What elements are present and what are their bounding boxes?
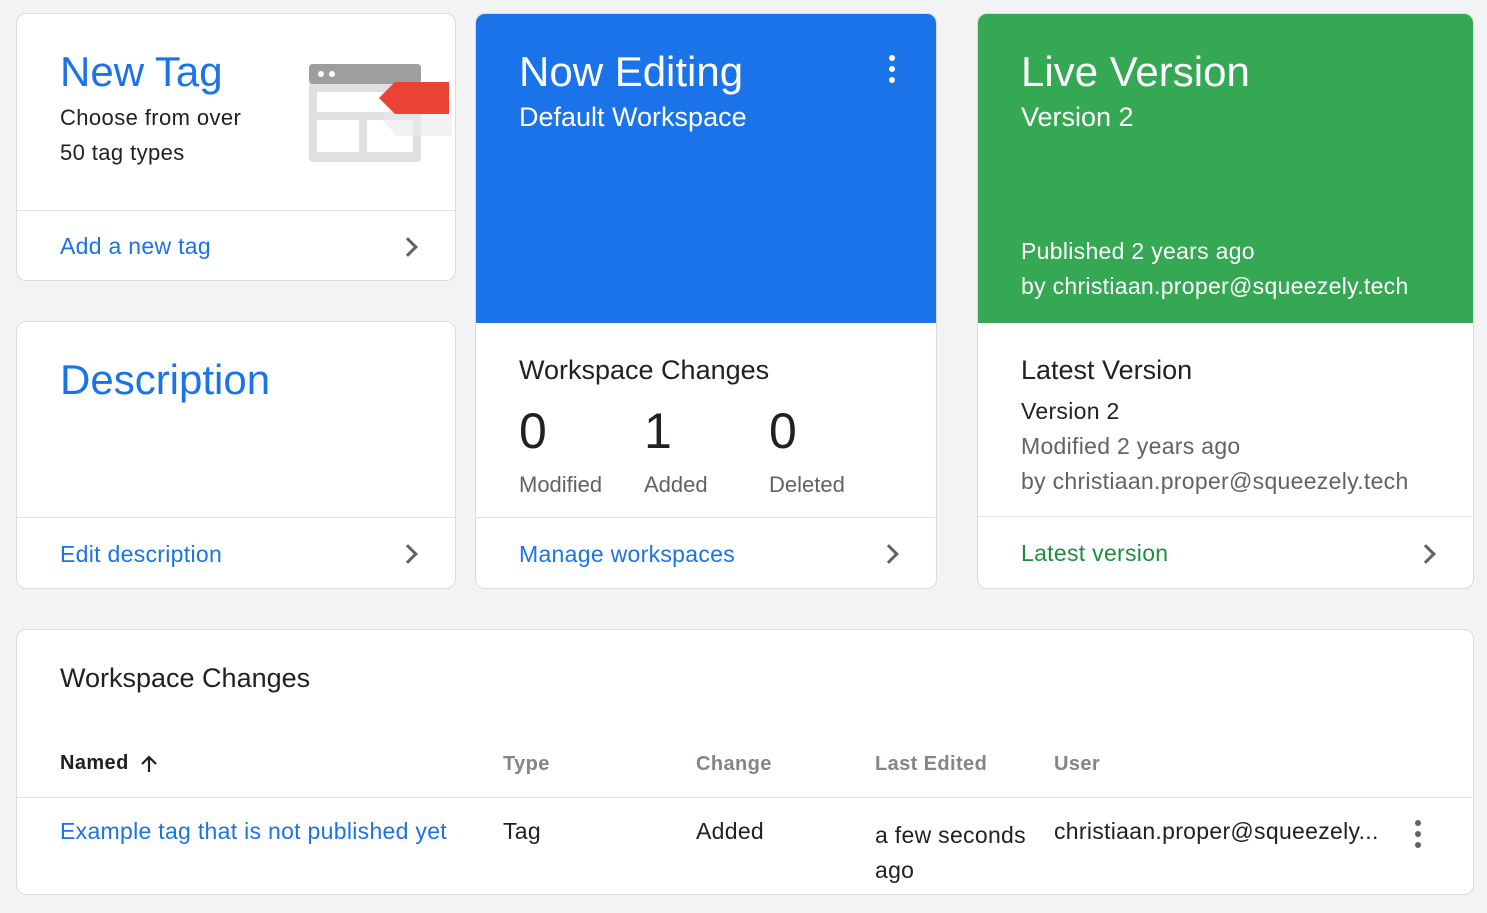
stat-deleted: 0 Deleted	[769, 406, 845, 498]
last-edited-line2: ago	[875, 857, 915, 883]
table-title: Workspace Changes	[60, 663, 311, 693]
new-tag-subtitle-line1: Choose from over	[60, 105, 242, 130]
tag-browser-icon	[309, 64, 452, 162]
chevron-right-icon	[1416, 543, 1436, 564]
latest-version-label: Latest version	[1021, 540, 1169, 566]
stat-modified-value: 0	[519, 403, 547, 459]
live-version-title: Live Version	[1021, 48, 1250, 95]
table-row: Example tag that is not published yet Ta…	[17, 798, 1473, 894]
stat-deleted-value: 0	[769, 403, 797, 459]
new-tag-card: New Tag Choose from over 50 tag types Ad…	[16, 13, 456, 281]
column-header-named[interactable]: Named	[60, 752, 159, 775]
chevron-right-icon	[398, 544, 418, 564]
workspace-name: Default Workspace	[519, 102, 747, 132]
change-item-name-link[interactable]: Example tag that is not published yet	[60, 818, 447, 845]
manage-workspaces-label: Manage workspaces	[519, 540, 736, 567]
now-editing-title: Now Editing	[519, 48, 744, 95]
column-named-label: Named	[60, 752, 129, 774]
column-header-type[interactable]: Type	[503, 753, 550, 776]
new-tag-subtitle-line2: 50 tag types	[60, 140, 185, 165]
change-item-last-edited: a few seconds ago	[875, 818, 1026, 888]
stat-added: 1 Added	[644, 406, 708, 498]
stat-deleted-label: Deleted	[769, 472, 845, 497]
live-version-card: Live Version Version 2 Published 2 years…	[977, 13, 1474, 589]
now-editing-header: Now Editing Default Workspace	[476, 14, 936, 323]
add-new-tag-link[interactable]: Add a new tag	[17, 210, 455, 280]
latest-modified-by: by christiaan.proper@squeezely.tech	[1021, 468, 1409, 494]
more-vert-icon[interactable]	[889, 55, 895, 83]
workspace-changes-table-card: Workspace Changes Named Type Change Last…	[16, 629, 1474, 895]
stat-added-label: Added	[644, 472, 708, 497]
description-title: Description	[60, 356, 271, 403]
change-item-type: Tag	[503, 818, 541, 844]
edit-description-label: Edit description	[60, 540, 223, 567]
latest-version-link[interactable]: Latest version	[978, 516, 1473, 588]
new-tag-title[interactable]: New Tag	[60, 48, 223, 96]
latest-version-title: Latest Version	[1021, 355, 1193, 385]
arrow-upward-icon	[140, 754, 157, 772]
change-item-user: christiaan.proper@squeezely...	[1054, 818, 1379, 844]
published-by: by christiaan.proper@squeezely.tech	[1021, 273, 1409, 299]
stat-modified: 0 Modified	[519, 406, 602, 498]
edit-description-link[interactable]: Edit description	[17, 517, 455, 588]
column-header-change[interactable]: Change	[696, 753, 772, 776]
chevron-right-icon	[398, 236, 418, 257]
add-new-tag-label: Add a new tag	[60, 233, 211, 259]
latest-modified-time: Modified 2 years ago	[1021, 433, 1241, 459]
now-editing-card: Now Editing Default Workspace Workspace …	[475, 13, 937, 589]
column-header-last-edited[interactable]: Last Edited	[875, 753, 987, 776]
latest-version-number: Version 2	[1021, 398, 1120, 424]
live-version-header: Live Version Version 2 Published 2 years…	[978, 14, 1473, 323]
live-version-number: Version 2	[1021, 102, 1134, 132]
description-card: Description Edit description	[16, 321, 456, 589]
table-header-row: Named Type Change Last Edited User	[17, 748, 1473, 798]
chevron-right-icon	[879, 544, 899, 564]
change-item-change: Added	[696, 818, 765, 844]
workspace-changes-title: Workspace Changes	[519, 355, 770, 385]
row-more-vert-icon[interactable]	[1415, 820, 1421, 848]
published-time: Published 2 years ago	[1021, 238, 1255, 264]
stat-added-value: 1	[644, 403, 672, 459]
column-header-user[interactable]: User	[1054, 753, 1100, 776]
manage-workspaces-link[interactable]: Manage workspaces	[476, 517, 936, 588]
stat-modified-label: Modified	[519, 472, 603, 497]
last-edited-line1: a few seconds	[875, 822, 1026, 848]
